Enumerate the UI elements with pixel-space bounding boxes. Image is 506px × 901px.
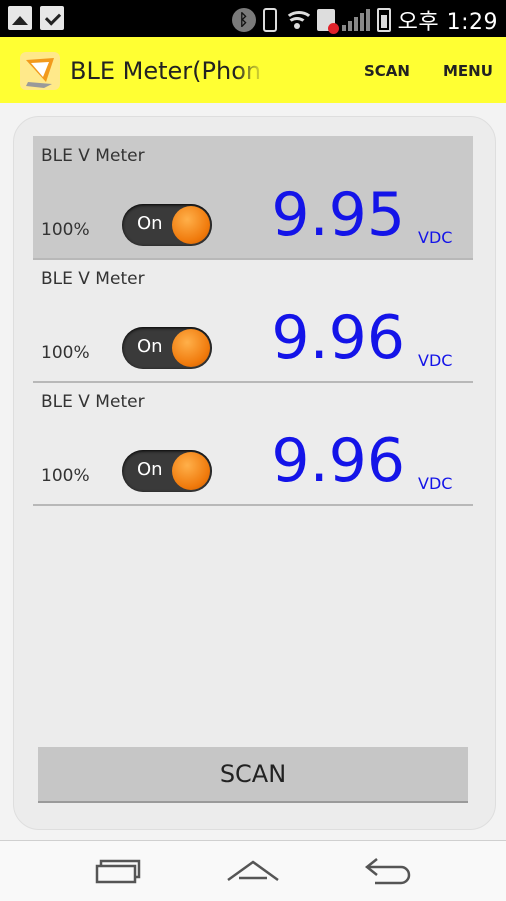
recent-apps-button[interactable] (67, 841, 167, 901)
back-button[interactable] (339, 841, 439, 901)
voltage-reading: 9.96 (271, 303, 405, 373)
image-icon (8, 6, 32, 30)
battery-charging-icon (376, 8, 391, 32)
back-icon (364, 858, 411, 885)
scan-button[interactable]: SCAN (38, 747, 468, 803)
device-row[interactable]: BLE V Meter 100% On 9.96 VDC (33, 259, 473, 383)
status-time: 오후 1:29 (397, 10, 498, 35)
device-name: BLE V Meter (41, 392, 145, 412)
status-notifications (8, 6, 64, 30)
toggle-knob (172, 329, 210, 367)
recent-apps-icon (95, 859, 141, 884)
bluetooth-icon: ᛒ (231, 8, 256, 32)
device-name: BLE V Meter (41, 146, 145, 166)
home-button[interactable] (203, 841, 303, 901)
wifi-icon (283, 9, 314, 31)
voltage-unit: VDC (418, 474, 453, 493)
vibrate-icon (262, 8, 277, 32)
voltage-unit: VDC (418, 228, 453, 247)
status-system-icons: ᛒ 오후 1:29 (231, 4, 498, 36)
device-row[interactable]: BLE V Meter 100% On 9.95 VDC (33, 136, 473, 260)
toggle-knob (172, 206, 210, 244)
clipboard-check-icon (40, 6, 64, 30)
power-toggle[interactable]: On (122, 450, 212, 492)
navigation-bar (0, 840, 506, 901)
app-title: BLE Meter(Phone (70, 57, 260, 85)
app-logo-icon (20, 52, 60, 90)
action-menu-button[interactable]: MENU (443, 62, 493, 80)
power-toggle[interactable]: On (122, 327, 212, 369)
status-bar: ᛒ 오후 1:29 (0, 0, 506, 37)
app-bar: BLE Meter(Phone SCAN MENU (0, 37, 506, 103)
voltage-unit: VDC (418, 351, 453, 370)
battery-level: 100% (41, 343, 90, 363)
device-row[interactable]: BLE V Meter 100% On 9.96 VDC (33, 382, 473, 506)
title-fade (235, 51, 265, 91)
voltage-reading: 9.95 (271, 180, 405, 250)
device-name: BLE V Meter (41, 269, 145, 289)
home-icon (227, 860, 279, 882)
sim-error-icon (316, 9, 339, 34)
toggle-label: On (137, 459, 163, 480)
power-toggle[interactable]: On (122, 204, 212, 246)
signal-icon (341, 9, 370, 31)
battery-level: 100% (41, 466, 90, 486)
battery-level: 100% (41, 220, 90, 240)
action-scan-button[interactable]: SCAN (364, 62, 410, 80)
voltage-reading: 9.96 (271, 426, 405, 496)
toggle-label: On (137, 213, 163, 234)
toggle-label: On (137, 336, 163, 357)
toggle-knob (172, 452, 210, 490)
